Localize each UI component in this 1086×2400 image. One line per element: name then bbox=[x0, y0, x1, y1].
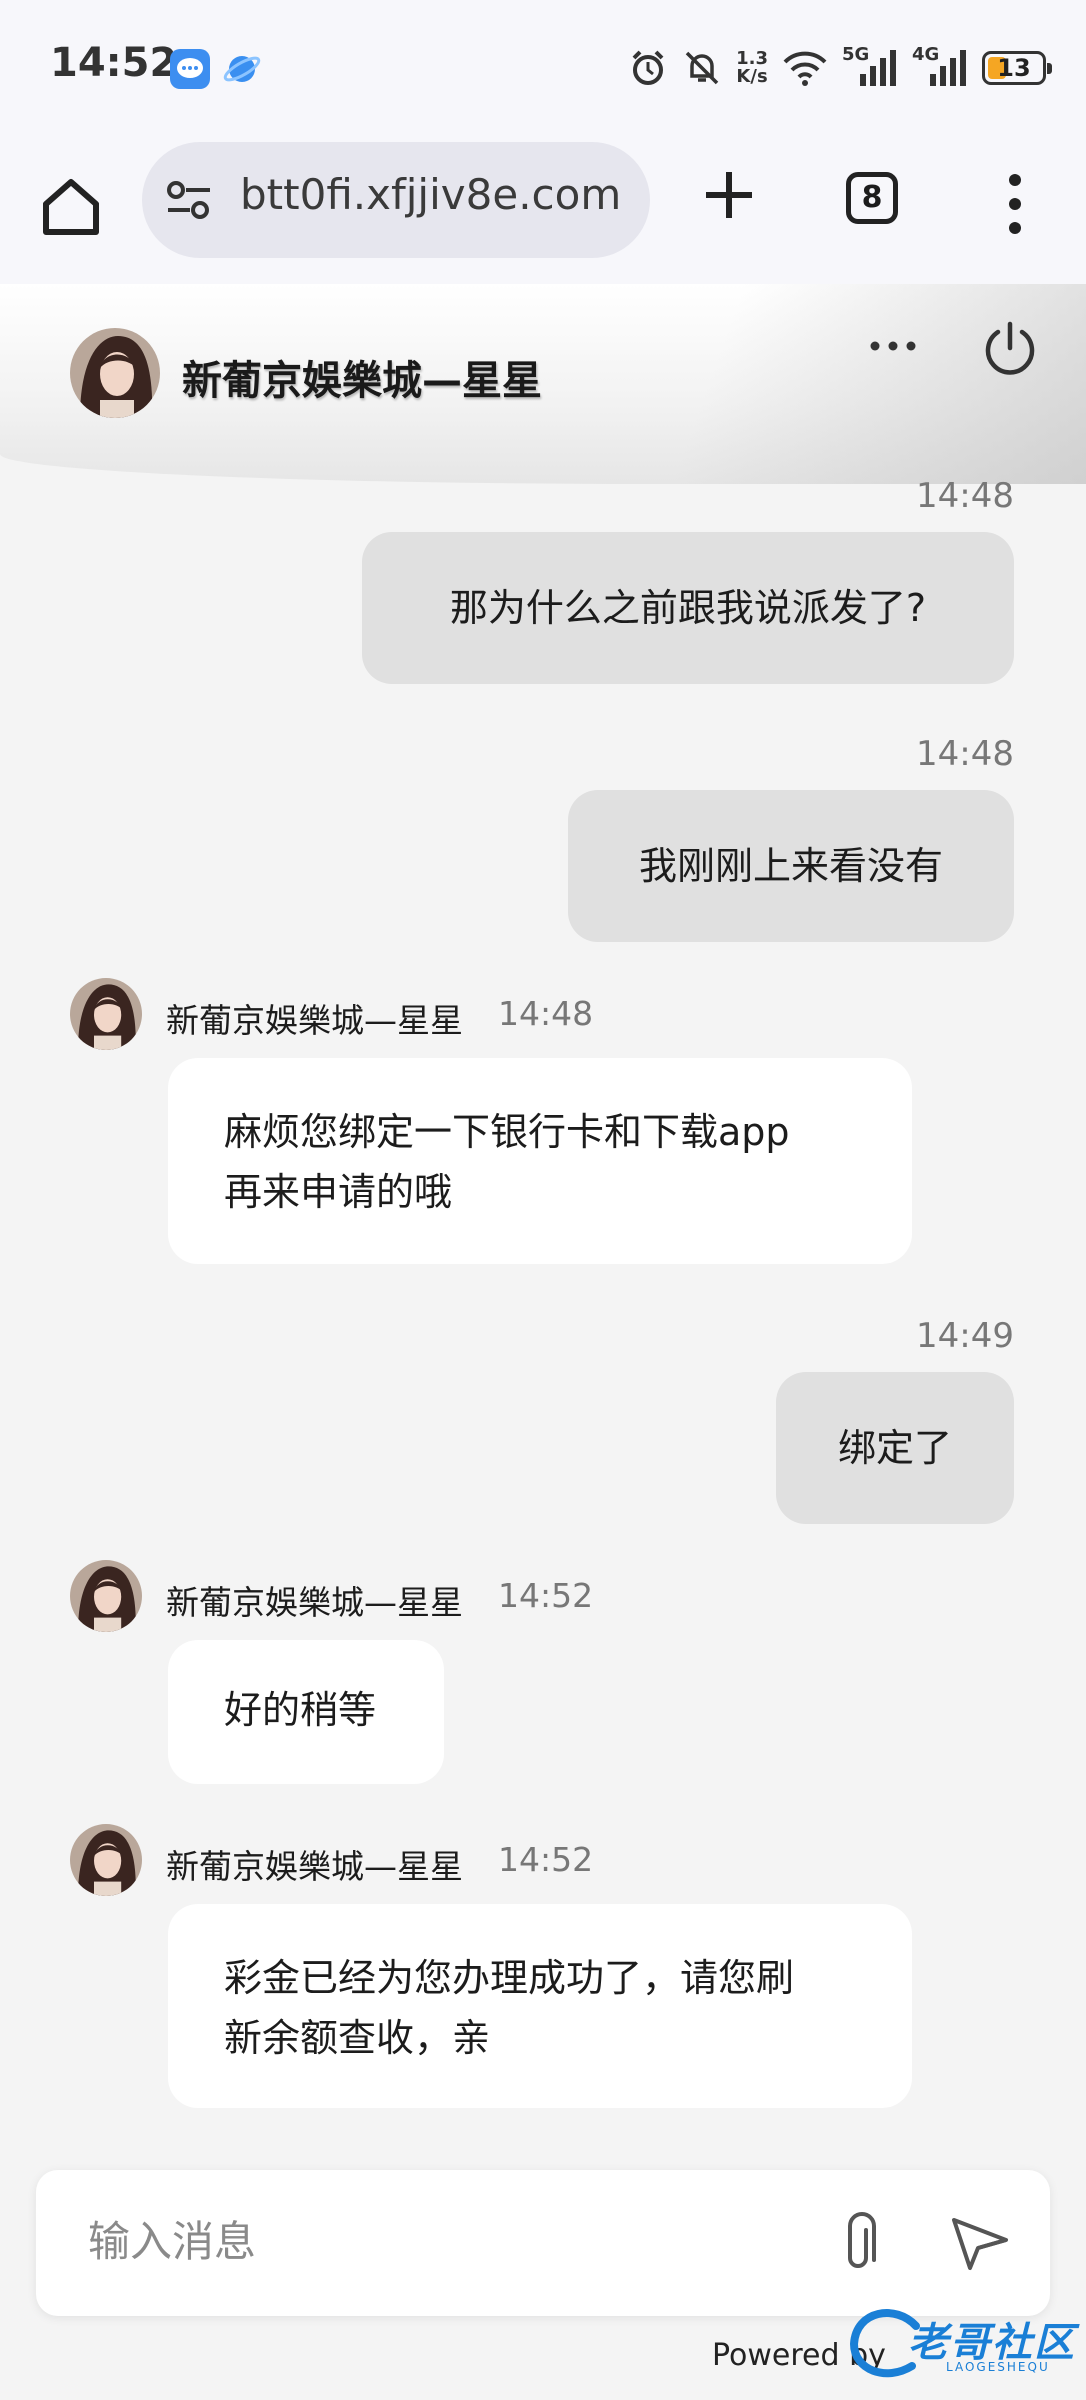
tab-switcher-button[interactable]: 8 bbox=[846, 172, 898, 224]
message-time: 14:52 bbox=[498, 1576, 594, 1615]
agent-avatar bbox=[70, 1560, 142, 1632]
signal-icon-2: 4G bbox=[912, 44, 968, 88]
message-text: 好的稍等 bbox=[224, 1688, 377, 1732]
home-icon[interactable] bbox=[36, 172, 106, 242]
incoming-message: 麻烦您绑定一下银行卡和下载app 再来申请的哦 bbox=[168, 1058, 912, 1264]
incoming-message: 好的稍等 bbox=[168, 1640, 444, 1784]
net-speed: 1.3 K/s bbox=[736, 48, 768, 87]
message-time: 14:48 bbox=[916, 734, 1014, 774]
message-text: 再来申请的哦 bbox=[224, 1170, 453, 1214]
agent-avatar bbox=[70, 978, 142, 1050]
wifi-icon bbox=[783, 51, 827, 86]
message-text: 我刚刚上来看没有 bbox=[638, 844, 943, 888]
chat-header: 新葡京娛樂城—星星 bbox=[0, 284, 1086, 484]
battery-level: 13 bbox=[997, 54, 1031, 82]
signal-icon: 5G bbox=[842, 44, 898, 88]
url-text[interactable]: btt0fi.xfjjiv8e.com bbox=[240, 170, 640, 219]
outgoing-message: 绑定了 bbox=[776, 1372, 1014, 1524]
menu-more-icon[interactable] bbox=[1000, 172, 1030, 236]
clock: 14:52 bbox=[50, 40, 178, 86]
sender-name: 新葡京娛樂城—星星 bbox=[166, 1001, 463, 1040]
mute-icon bbox=[685, 51, 719, 85]
message-text: 彩金已经为您办理成功了，请您刷 bbox=[224, 1956, 795, 2000]
message-time: 14:49 bbox=[916, 1316, 1014, 1356]
message-app-icon bbox=[170, 49, 210, 89]
new-tab-icon[interactable] bbox=[694, 160, 764, 230]
more-options-icon[interactable] bbox=[868, 336, 918, 356]
status-icons: 1.3 K/s 5G 4G 13 bbox=[628, 42, 1052, 94]
agent-avatar bbox=[70, 1824, 142, 1896]
battery-icon: 13 bbox=[982, 51, 1052, 85]
status-bar: 14:52 1.3 K/s 5G 4G 13 bbox=[0, 0, 1086, 138]
message-text: 绑定了 bbox=[837, 1426, 952, 1470]
send-icon[interactable] bbox=[948, 2210, 1012, 2274]
outgoing-message: 我刚刚上来看没有 bbox=[568, 790, 1014, 942]
power-icon[interactable] bbox=[980, 318, 1040, 378]
watermark-logo: 老哥社区 LAOGESHEQU bbox=[846, 2304, 1076, 2384]
message-input[interactable] bbox=[86, 2216, 790, 2267]
watermark-subtext: LAOGESHEQU bbox=[946, 2360, 1050, 2374]
attachment-icon[interactable] bbox=[836, 2210, 892, 2274]
browser-app-icon bbox=[222, 49, 262, 89]
message-time: 14:48 bbox=[916, 476, 1014, 516]
message-text: 新余额查收，亲 bbox=[224, 2016, 491, 2060]
outgoing-message: 那为什么之前跟我说派发了? bbox=[362, 532, 1014, 684]
message-text: 那为什么之前跟我说派发了? bbox=[449, 586, 927, 630]
message-composer bbox=[36, 2170, 1050, 2316]
message-time: 14:48 bbox=[498, 994, 594, 1033]
sender-name: 新葡京娛樂城—星星 bbox=[166, 1583, 463, 1622]
sender-name: 新葡京娛樂城—星星 bbox=[166, 1847, 463, 1886]
chat-title: 新葡京娛樂城—星星 bbox=[182, 358, 542, 404]
message-text: 麻烦您绑定一下银行卡和下载app bbox=[224, 1110, 790, 1154]
browser-toolbar: btt0fi.xfjjiv8e.com 8 bbox=[0, 138, 1086, 284]
message-time: 14:52 bbox=[498, 1840, 594, 1879]
site-settings-icon[interactable] bbox=[164, 180, 214, 220]
url-bar[interactable]: btt0fi.xfjjiv8e.com bbox=[142, 142, 650, 258]
incoming-message: 彩金已经为您办理成功了，请您刷 新余额查收，亲 bbox=[168, 1904, 912, 2108]
alarm-icon bbox=[632, 50, 664, 85]
agent-avatar bbox=[70, 328, 160, 418]
